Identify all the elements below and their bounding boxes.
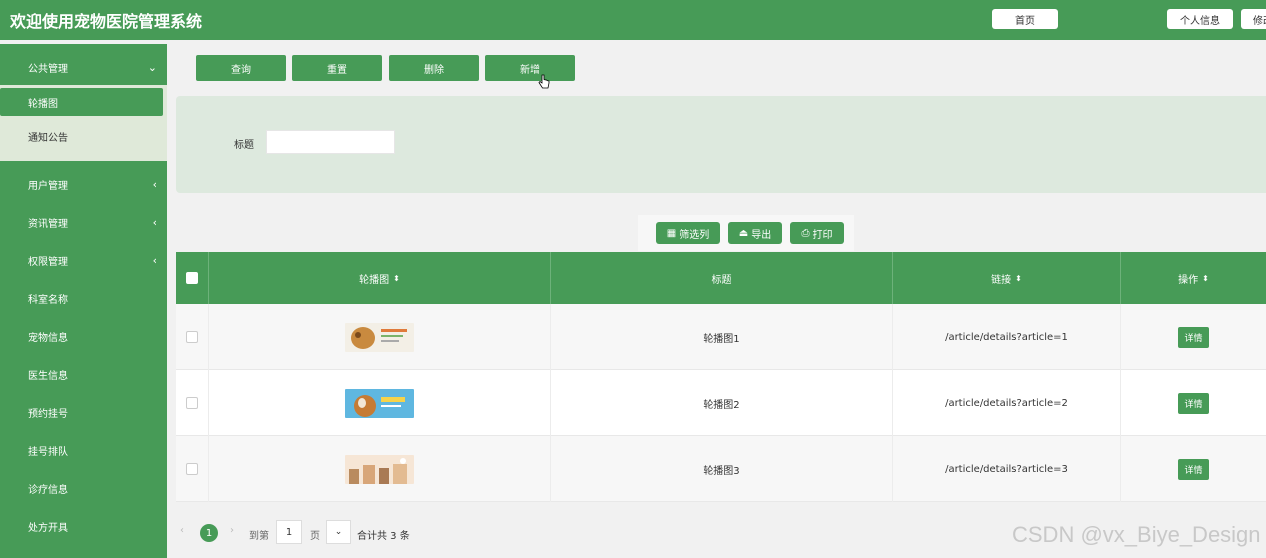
profile-button[interactable]: 个人信息 [1167,9,1233,29]
sidebar-item-label: 处方开具 [28,522,68,534]
add-button[interactable]: 新增 [485,55,575,81]
column-label: 轮播图 [359,274,390,286]
sidebar-subitem-label: 轮播图 [28,98,58,110]
link-cell: /article/details?article=3 [893,436,1121,502]
sidebar-subitem-label: 通知公告 [28,132,68,144]
actions-cell: 详情 [1121,436,1266,502]
sidebar-item-pets[interactable]: 宠物信息 [0,317,167,355]
select-all-checkbox[interactable] [186,272,198,284]
sidebar-item-label: 医生信息 [28,370,68,382]
sidebar-item-permissions[interactable]: 权限管理 ‹ [0,241,167,279]
column-label: 链接 [991,274,1012,286]
top-header: 欢迎使用宠物医院管理系统 [0,0,1266,40]
carousel-image-cell [209,436,551,502]
chevron-left-icon: ‹ [152,178,157,191]
export-button[interactable]: ⏏ 导出 [728,222,782,244]
select-all-cell [176,252,209,304]
sidebar-item-label: 宠物信息 [28,332,68,344]
prev-page-button[interactable]: ‹ [180,525,184,536]
print-icon: ⎙ [801,227,810,239]
search-title-input[interactable] [266,130,395,154]
filter-columns-button[interactable]: ▦ 筛选列 [656,222,720,244]
sidebar-item-label: 公共管理 [28,63,68,75]
watermark: CSDN @vx_Biye_Design [1012,522,1261,547]
next-page-button[interactable]: › [230,525,234,536]
export-icon: ⏏ [738,227,749,239]
actions-cell: 详情 [1121,304,1266,370]
title-cell: 轮播图2 [551,370,893,436]
column-title: 标题 [551,252,893,304]
chevron-left-icon: ‹ [152,254,157,267]
link-cell: /article/details?article=1 [893,304,1121,370]
sidebar-item-appointments[interactable]: 预约挂号 [0,393,167,431]
carousel-image-cell [209,304,551,370]
carousel-thumbnail[interactable] [345,454,414,484]
sidebar-item-departments[interactable]: 科室名称 [0,279,167,317]
carousel-thumbnail[interactable] [345,388,414,418]
page-jump-input[interactable]: 1 [276,520,302,544]
row-select-cell [176,370,209,436]
title-cell: 轮播图1 [551,304,893,370]
change-password-button[interactable]: 修改 [1241,9,1266,29]
filter-icon: ▦ [666,227,677,239]
sidebar-item-news[interactable]: 资讯管理 ‹ [0,203,167,241]
sidebar-subitem-notice[interactable]: 通知公告 [0,122,163,150]
sort-icon[interactable]: ⬍ [1202,274,1209,283]
sidebar-item-doctors[interactable]: 医生信息 [0,355,167,393]
column-label: 标题 [711,274,732,286]
sidebar-item-queue[interactable]: 挂号排队 [0,431,167,469]
filter-columns-label: 筛选列 [679,229,710,241]
search-title-label: 标题 [234,140,254,151]
row-checkbox[interactable] [186,397,198,409]
page-number-current[interactable]: 1 [200,524,218,542]
reset-button[interactable]: 重置 [292,55,382,81]
row-checkbox[interactable] [186,331,198,343]
print-button[interactable]: ⎙ 打印 [790,222,844,244]
detail-button[interactable]: 详情 [1178,392,1209,414]
actions-cell: 详情 [1121,370,1266,436]
chevron-down-icon: ⌄ [147,61,157,74]
chevron-down-icon: ⌄ [334,527,343,537]
sidebar-item-label: 诊疗信息 [28,484,68,496]
sidebar-item-label: 用户管理 [28,180,68,192]
page-unit-label: 页 [310,531,320,542]
row-select-cell [176,436,209,502]
sidebar-item-label: 权限管理 [28,256,68,268]
sidebar-item-label: 资讯管理 [28,218,68,230]
sidebar-item-label: 挂号排队 [28,446,68,458]
sidebar-subitem-carousel[interactable]: 轮播图 [0,88,163,116]
column-carousel[interactable]: 轮播图 ⬍ [209,252,551,304]
page-size-select[interactable]: ⌄ [326,520,351,544]
sidebar-item-label: 科室名称 [28,294,68,306]
detail-button[interactable]: 详情 [1178,458,1209,480]
sidebar-item-public[interactable]: 公共管理 ⌄ [0,48,167,86]
print-label: 打印 [812,229,833,241]
goto-label: 到第 [249,531,269,542]
sidebar-item-diagnosis[interactable]: 诊疗信息 [0,469,167,507]
hand-cursor-icon [538,74,550,94]
column-label: 操作 [1178,274,1199,286]
sort-icon[interactable]: ⬍ [1015,274,1022,283]
column-link[interactable]: 链接 ⬍ [893,252,1121,304]
detail-button[interactable]: 详情 [1178,326,1209,348]
query-button[interactable]: 查询 [196,55,286,81]
row-checkbox[interactable] [186,463,198,475]
home-button[interactable]: 首页 [992,9,1058,29]
sidebar-item-label: 预约挂号 [28,408,68,420]
app-title: 欢迎使用宠物医院管理系统 [10,12,203,31]
total-count: 合计共 3 条 [357,531,410,542]
carousel-thumbnail[interactable] [345,322,414,352]
chevron-left-icon: ‹ [152,216,157,229]
column-actions[interactable]: 操作 ⬍ [1121,252,1266,304]
sidebar-item-prescriptions[interactable]: 处方开具 [0,507,167,545]
delete-button[interactable]: 删除 [389,55,479,81]
export-label: 导出 [751,229,772,241]
row-select-cell [176,304,209,370]
sidebar-item-users[interactable]: 用户管理 ‹ [0,165,167,203]
link-cell: /article/details?article=2 [893,370,1121,436]
carousel-image-cell [209,370,551,436]
sidebar: 公共管理 ⌄ 轮播图 通知公告 用户管理 ‹ 资讯管理 ‹ 权限管理 ‹ 科室名… [0,44,167,558]
sort-icon[interactable]: ⬍ [393,274,400,283]
title-cell: 轮播图3 [551,436,893,502]
